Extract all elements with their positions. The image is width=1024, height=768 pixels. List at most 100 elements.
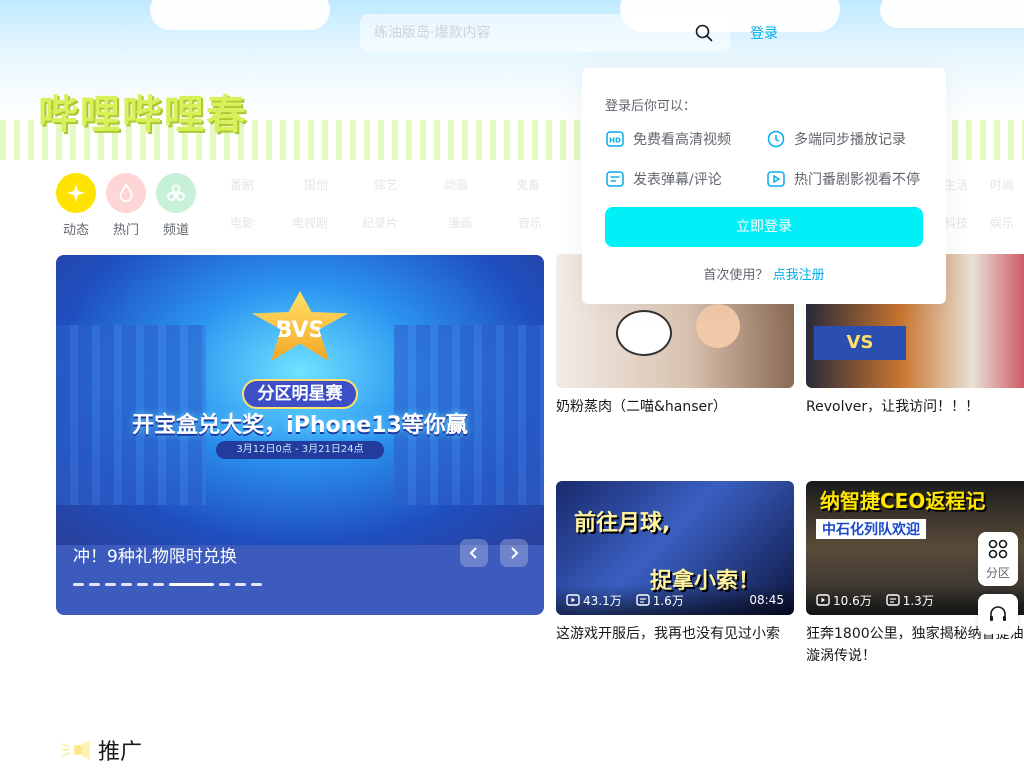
banner-cloud — [880, 0, 1024, 28]
carousel-dot[interactable] — [153, 583, 164, 586]
channel-link[interactable]: 音乐 — [518, 214, 542, 231]
carousel-next-button[interactable] — [500, 539, 528, 567]
comment-icon — [606, 171, 624, 187]
benefit-text: 免费看高清视频 — [633, 132, 731, 148]
channel-link[interactable]: 纪录片 — [362, 214, 398, 231]
event-badge: 分区明星赛 — [242, 379, 358, 409]
entry-channel[interactable]: 频道 — [156, 173, 196, 238]
thumb-text: 中石化列队欢迎 — [816, 519, 926, 539]
carousel-prev-button[interactable] — [460, 539, 488, 567]
carousel-dot[interactable] — [219, 583, 230, 586]
carousel-dot[interactable] — [105, 583, 116, 586]
banner-carousel[interactable]: BVS 分区明星赛 开宝盒兑大奖，iPhone13等你赢 3月12日0点 - 3… — [56, 255, 544, 615]
dynamic-icon — [56, 173, 96, 213]
video-thumbnail[interactable]: 前往月球, 捉拿小索！ 43.1万 1.6万 08:45 — [556, 481, 794, 615]
channel-link[interactable]: 娱乐 — [990, 214, 1014, 231]
entry-label: 动态 — [62, 223, 89, 238]
video-title[interactable]: Revolver，让我访问！！！ — [806, 396, 1024, 418]
search-icon[interactable] — [694, 23, 714, 43]
first-use-text: 首次使用？ — [703, 268, 769, 283]
entry-label: 热门 — [112, 223, 139, 238]
benefit-text: 热门番剧影视看不停 — [794, 172, 920, 188]
channel-link[interactable]: 生活 — [944, 176, 968, 193]
carousel-dot[interactable] — [251, 583, 262, 586]
carousel-caption[interactable]: 冲！9种礼物限时兑换 — [73, 542, 237, 567]
first-use-line: 首次使用？ 点我注册 — [582, 264, 946, 283]
register-link[interactable]: 点我注册 — [773, 268, 825, 283]
carousel-dot[interactable] — [73, 583, 84, 586]
chevron-left-icon — [469, 547, 477, 559]
channel-link[interactable]: 鬼畜 — [516, 176, 540, 193]
section-promotion: 推广 — [60, 734, 142, 766]
benefit-text: 多端同步播放记录 — [794, 132, 906, 148]
play-count-icon — [566, 594, 580, 606]
partition-float-button[interactable]: 分区 — [978, 532, 1018, 586]
clock-icon — [767, 130, 785, 148]
danmaku-icon — [636, 594, 650, 606]
benefit-text: 发表弹幕/评论 — [633, 172, 722, 188]
channel-link[interactable]: 漫画 — [448, 214, 472, 231]
view-count: 43.1万 — [566, 592, 622, 609]
header-login-link[interactable]: 登录 — [750, 23, 778, 43]
carousel-dots — [73, 583, 262, 586]
banner-cloud — [150, 0, 330, 30]
hd-icon: HD — [606, 131, 624, 147]
channel-link[interactable]: 时尚 — [990, 176, 1014, 193]
channel-link[interactable]: 电影 — [230, 214, 254, 231]
benefit-item: 热门番剧影视看不停 — [766, 169, 920, 189]
partition-icon — [988, 539, 1008, 559]
view-count: 10.6万 — [816, 592, 872, 609]
view-count-text: 10.6万 — [833, 593, 872, 608]
thumb-text: 前往月球, — [574, 511, 671, 536]
danmaku-count-text: 1.3万 — [902, 593, 934, 608]
danmaku-icon — [886, 594, 900, 606]
channel-link[interactable]: 番剧 — [230, 176, 254, 193]
thumb-text: 纳智捷CEO返程记 — [820, 489, 986, 513]
channel-link[interactable]: 综艺 — [374, 176, 398, 193]
event-date: 3月12日0点 - 3月21日24点 — [216, 441, 384, 459]
entry-label: 频道 — [162, 223, 189, 238]
login-popover: 登录后你可以： HD 免费看高清视频 多端同步播放记录 发表弹幕/评论 热门番剧… — [582, 68, 946, 304]
carousel-dot[interactable] — [235, 583, 246, 586]
channel-link[interactable]: 科技 — [944, 214, 968, 231]
entry-hot[interactable]: 热门 — [106, 173, 146, 238]
danmaku-count: 1.3万 — [886, 592, 934, 609]
video-title[interactable]: 奶粉蒸肉（二喵&hanser） — [556, 396, 794, 418]
channel-icon — [156, 173, 196, 213]
channel-link[interactable]: 动画 — [444, 176, 468, 193]
section-title: 推广 — [98, 740, 143, 765]
thumb-person — [696, 304, 740, 348]
carousel-dot[interactable] — [89, 583, 100, 586]
video-card[interactable]: 前往月球, 捉拿小索！ 43.1万 1.6万 08:45 这游戏开服后，我再也没… — [556, 481, 794, 645]
headset-icon — [990, 606, 1006, 621]
video-title[interactable]: 这游戏开服后，我再也没有见过小索 — [556, 623, 794, 645]
carousel-dot[interactable] — [169, 583, 214, 586]
entry-dynamic[interactable]: 动态 — [56, 173, 96, 238]
channel-link[interactable]: 国创 — [304, 176, 328, 193]
chevron-right-icon — [511, 547, 519, 559]
promotion-icon — [61, 740, 90, 760]
carousel-dot[interactable] — [137, 583, 148, 586]
customer-service-float-button[interactable] — [978, 594, 1018, 634]
danmaku-count: 1.6万 — [636, 592, 684, 609]
partition-label: 分区 — [985, 566, 1010, 580]
play-count-icon — [816, 594, 830, 606]
video-duration: 08:45 — [749, 593, 784, 607]
play-icon — [767, 171, 785, 187]
login-now-button[interactable]: 立即登录 — [605, 207, 923, 247]
bvs-logo: BVS — [252, 291, 348, 361]
benefit-item: 多端同步播放记录 — [766, 129, 906, 149]
carousel-image[interactable]: BVS 分区明星赛 开宝盒兑大奖，iPhone13等你赢 3月12日0点 - 3… — [56, 255, 544, 545]
search-input[interactable] — [374, 14, 674, 52]
svg-text:HD: HD — [609, 137, 621, 145]
search-box[interactable] — [360, 14, 730, 52]
benefit-item: 发表弹幕/评论 — [605, 169, 722, 189]
banner-title: 哔哩哔哩春 — [38, 92, 248, 138]
carousel-dot[interactable] — [121, 583, 132, 586]
channel-link[interactable]: 电视剧 — [292, 214, 328, 231]
event-headline: 开宝盒兑大奖，iPhone13等你赢 — [132, 413, 468, 438]
popover-title: 登录后你可以： — [605, 99, 697, 114]
view-count-text: 43.1万 — [583, 593, 622, 608]
danmaku-count-text: 1.6万 — [652, 593, 684, 608]
video-stats: 43.1万 1.6万 08:45 — [556, 585, 794, 615]
